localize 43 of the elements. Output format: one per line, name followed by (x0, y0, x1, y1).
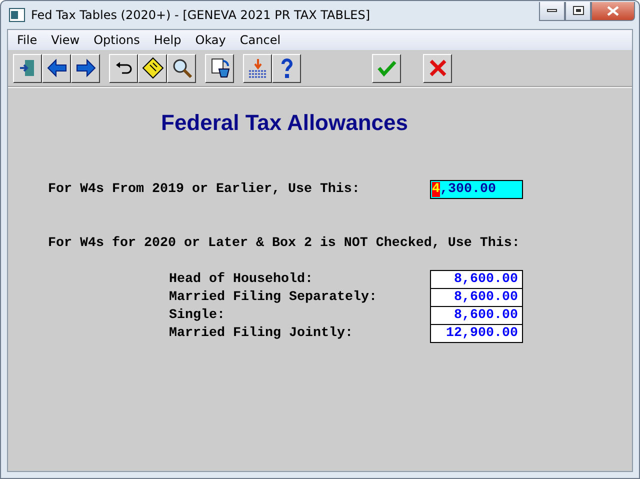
amount-field[interactable]: 8,600.00 (430, 270, 523, 288)
window-title: Fed Tax Tables (2020+) - [GENEVA 2021 PR TAX TABLES] (31, 8, 372, 22)
app-icon (9, 8, 25, 22)
maximize-button[interactable] (565, 2, 591, 20)
amount-field[interactable]: 12,900.00 (430, 324, 523, 342)
maximize-icon (572, 6, 584, 15)
search-button[interactable] (167, 54, 196, 82)
back-button[interactable] (42, 54, 71, 82)
field-label: Married Filing Separately: (169, 290, 378, 304)
import-button[interactable] (243, 54, 272, 82)
close-icon (607, 6, 619, 16)
heading: Federal Tax Allowances (161, 110, 409, 136)
menu-item[interactable]: Options (86, 33, 147, 47)
section-label: For W4s for 2020 or Later & Box 2 is NOT Checked, Use This: (48, 236, 520, 250)
field-label: Head of Household: (169, 272, 314, 286)
diamond-sign-icon (142, 57, 164, 79)
help-button[interactable] (272, 54, 301, 82)
amount-field[interactable]: 4,300.00 (430, 180, 523, 198)
minimize-button[interactable] (539, 2, 565, 20)
amount-field[interactable]: 8,600.00 (430, 306, 523, 324)
menu-item[interactable]: View (44, 33, 87, 47)
cancel-button[interactable] (423, 54, 452, 82)
arrow-left-icon (46, 57, 68, 79)
arrow-right-icon (74, 57, 96, 79)
menu-item[interactable]: Help (146, 33, 188, 47)
field-label: Single: (169, 308, 226, 322)
menu-item[interactable]: Okay (188, 33, 233, 47)
forward-button[interactable] (71, 54, 100, 82)
sign-button[interactable] (138, 54, 167, 82)
field-label: For W4s From 2019 or Earlier, Use This: (48, 182, 361, 196)
ok-button[interactable] (372, 54, 401, 82)
exit-button[interactable] (13, 54, 42, 82)
menu-item[interactable]: Cancel (232, 33, 288, 47)
menu-item[interactable]: File (10, 33, 44, 47)
search-icon (170, 57, 192, 79)
document-button[interactable] (205, 54, 234, 82)
undo-button[interactable] (109, 54, 138, 82)
download-grid-icon (246, 57, 268, 79)
document-icon (208, 57, 230, 79)
close-button[interactable] (591, 2, 635, 20)
amount-field[interactable]: 8,600.00 (430, 288, 523, 306)
field-label: Married Filing Jointly: (169, 326, 354, 340)
minimize-icon (547, 8, 557, 12)
